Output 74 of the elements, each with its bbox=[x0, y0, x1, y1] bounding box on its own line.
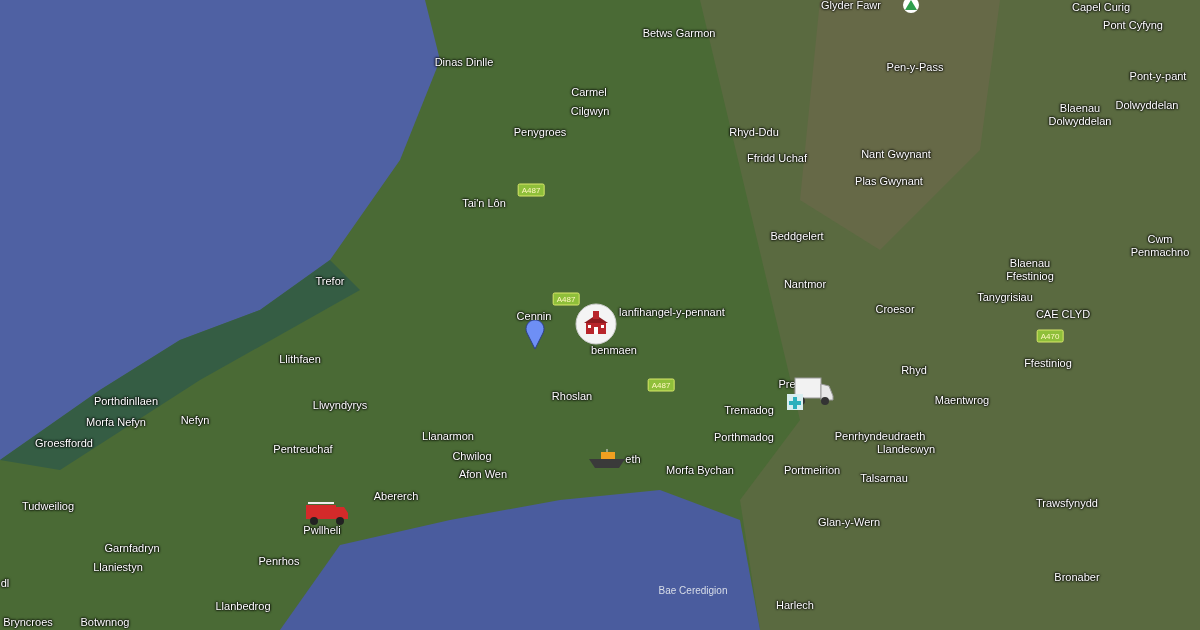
place-label: Rhoslan bbox=[551, 390, 593, 402]
place-label: benmaen bbox=[591, 344, 637, 356]
place-label: Nant Gwynant bbox=[861, 148, 931, 160]
place-label: Tai'n Lôn bbox=[462, 197, 506, 209]
place-label: Penrhyndeudraeth bbox=[834, 430, 926, 442]
place-label: Penygroes bbox=[513, 126, 567, 138]
place-label: Pwllheli bbox=[303, 524, 341, 536]
place-label: Morfa Nefyn bbox=[86, 416, 146, 428]
place-label: Dinas Dinlle bbox=[434, 56, 494, 68]
place-label: Pen-y-Pass bbox=[886, 61, 944, 73]
place-label: CAE CLYD bbox=[1035, 308, 1091, 320]
boat-icon[interactable] bbox=[587, 449, 627, 469]
place-label: Talsarnau bbox=[860, 472, 908, 484]
place-label: Botwnnog bbox=[80, 616, 130, 628]
place-label: Cwm Penmachno bbox=[1129, 233, 1191, 259]
place-label: Nefyn bbox=[180, 414, 210, 426]
place-label: Blaenau Ffestiniog bbox=[1005, 257, 1055, 283]
place-label: Llanbedrog bbox=[215, 600, 271, 612]
place-label: Porthdinllaen bbox=[93, 395, 159, 407]
place-label: Maentwrog bbox=[934, 394, 990, 406]
place-label: Nantmor bbox=[783, 278, 827, 290]
place-label: Pont-y-pant bbox=[1129, 70, 1187, 82]
place-label: Rhyd-Ddu bbox=[729, 126, 779, 138]
place-label: Porthmadog bbox=[714, 431, 774, 443]
place-label: Trawsfynydd bbox=[1036, 497, 1098, 509]
place-label: Croesor bbox=[875, 303, 915, 315]
place-label: lanfihangel-y-pennant bbox=[619, 306, 725, 318]
place-label: Pont Cyfyng bbox=[1103, 19, 1163, 31]
fire-truck-icon[interactable] bbox=[304, 499, 350, 527]
place-label: Glan-y-Wern bbox=[817, 516, 881, 528]
road-shield: A487 bbox=[517, 183, 545, 197]
road-shield: A487 bbox=[552, 292, 580, 306]
road-shield: A470 bbox=[1036, 329, 1064, 343]
place-label: Capel Curig bbox=[1071, 1, 1131, 13]
place-label: Penrhos bbox=[258, 555, 300, 567]
road-shield: A487 bbox=[647, 378, 675, 392]
place-label: Cilgwyn bbox=[570, 105, 610, 117]
map-pin-icon[interactable] bbox=[525, 320, 545, 350]
water-label: Bae Ceredigion bbox=[658, 584, 728, 596]
place-label: Ffridd Uchaf bbox=[747, 152, 807, 164]
place-label: Tanygrisiau bbox=[977, 291, 1033, 303]
place-label: Rhyd bbox=[901, 364, 927, 376]
place-label: Betws Garmon bbox=[642, 27, 716, 39]
place-label: Glyder Fawr bbox=[821, 0, 881, 11]
place-label: Tudweiliog bbox=[21, 500, 75, 512]
place-label: Harlech bbox=[776, 599, 814, 611]
school-icon[interactable] bbox=[575, 303, 617, 345]
place-label: Chwilog bbox=[452, 450, 492, 462]
place-label: Garnfadryn bbox=[104, 542, 160, 554]
place-label: Llaniestyn bbox=[93, 561, 143, 573]
place-label: Portmeirion bbox=[783, 464, 841, 476]
place-label: eth bbox=[625, 453, 641, 465]
place-label: Pre bbox=[778, 378, 796, 390]
peak-icon bbox=[902, 0, 920, 14]
place-label: Ffestiniog bbox=[1024, 357, 1072, 369]
place-label: Llanarmon bbox=[422, 430, 474, 442]
place-label: Carmel bbox=[571, 86, 607, 98]
place-label: Groesffordd bbox=[35, 437, 93, 449]
place-label: Pentreuchaf bbox=[273, 443, 333, 455]
place-label: dl bbox=[0, 577, 10, 589]
place-label: Cennin bbox=[516, 310, 552, 322]
place-label: Tremadog bbox=[724, 404, 774, 416]
place-label: Llandecwyn bbox=[876, 443, 936, 455]
place-label: Bronaber bbox=[1054, 571, 1100, 583]
place-label: Abererch bbox=[373, 490, 419, 502]
place-label: Llithfaen bbox=[279, 353, 321, 365]
place-label: Llwyndyrys bbox=[312, 399, 368, 411]
place-label: Plas Gwynant bbox=[855, 175, 923, 187]
place-label: Dolwyddelan bbox=[1115, 99, 1179, 111]
place-label: Morfa Bychan bbox=[666, 464, 734, 476]
place-label: Beddgelert bbox=[770, 230, 824, 242]
place-label: Bryncroes bbox=[3, 616, 53, 628]
place-label: Afon Wen bbox=[458, 468, 508, 480]
place-label: Trefor bbox=[315, 275, 345, 287]
